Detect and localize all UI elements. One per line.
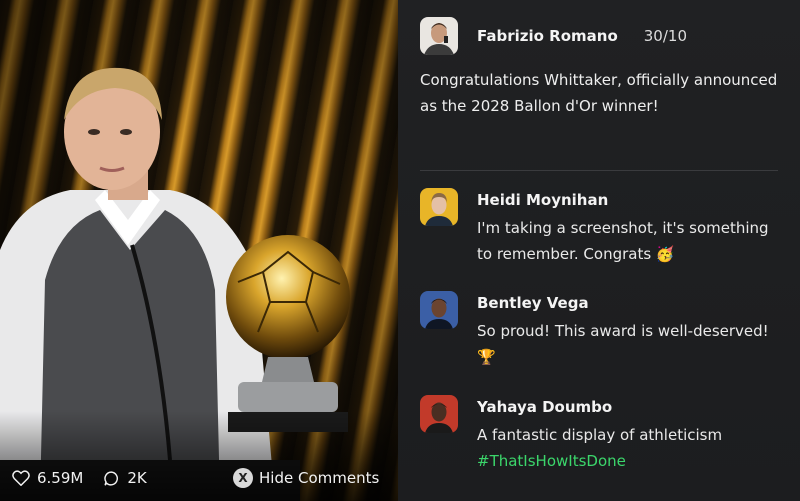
post-header: Fabrizio Romano 30/10 (420, 17, 687, 55)
post-image-scene: 6.59M 2K X Hide Comments (0, 0, 398, 501)
comment-item: Heidi Moynihan I'm taking a screenshot, … (420, 188, 787, 267)
comment-text: So proud! This award is well-deserved! 🏆 (477, 322, 769, 366)
comments-count: 2K (127, 469, 147, 487)
likes-count: 6.59M (37, 469, 84, 487)
post-text: Congratulations Whittaker, officially an… (420, 71, 778, 115)
hashtag-link[interactable]: #ThatIsHowItsDone (477, 448, 787, 474)
hide-comments-label: Hide Comments (259, 469, 380, 487)
post-author-name[interactable]: Fabrizio Romano (477, 27, 618, 45)
likes-stat[interactable]: 6.59M (12, 469, 83, 487)
golden-ball-trophy-image (226, 235, 350, 432)
man-portrait-avatar-icon (420, 291, 458, 329)
hide-comments-button[interactable]: X Hide Comments (233, 467, 379, 489)
comments-stat[interactable]: 2K (103, 469, 147, 487)
comment-avatar[interactable] (420, 291, 458, 329)
comment-text: A fantastic display of athleticism #That… (477, 422, 787, 474)
chat-bubble-icon (104, 470, 119, 486)
man-portrait-avatar-icon (420, 395, 458, 433)
comment-author[interactable]: Yahaya Doumbo (477, 397, 787, 417)
post-date: 30/10 (643, 27, 687, 45)
post-author-avatar[interactable] (420, 17, 458, 55)
comment-author[interactable]: Bentley Vega (477, 293, 787, 313)
comment-author[interactable]: Heidi Moynihan (477, 190, 787, 210)
comment-avatar[interactable] (420, 395, 458, 433)
comment-text: I'm taking a screenshot, it's something … (477, 219, 769, 263)
heart-icon (12, 470, 30, 486)
man-portrait-avatar-icon (420, 17, 458, 55)
comments-panel: Fabrizio Romano 30/10 Congratulations Wh… (398, 0, 800, 501)
woman-portrait-avatar-icon (420, 188, 458, 226)
comment-item: Yahaya Doumbo A fantastic display of ath… (420, 395, 787, 474)
x-button-icon: X (233, 468, 253, 488)
post-divider (420, 170, 778, 171)
social-post-overlay: 6.59M 2K X Hide Comments Fabrizio Romano… (0, 0, 800, 501)
comment-item: Bentley Vega So proud! This award is wel… (420, 291, 787, 370)
comment-text-line: A fantastic display of athleticism (477, 426, 723, 444)
comment-avatar[interactable] (420, 188, 458, 226)
